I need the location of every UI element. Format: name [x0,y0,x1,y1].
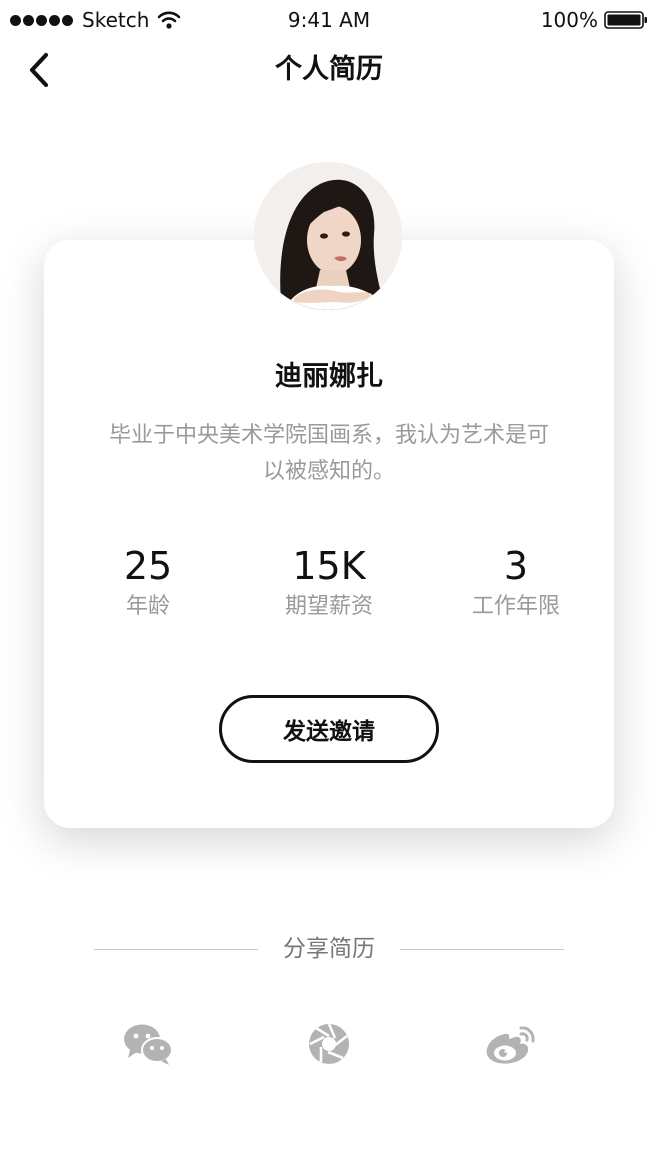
wechat-icon [124,1024,173,1065]
moments-icon [309,1023,349,1064]
nav-bar: 个人简历 [0,40,658,100]
status-bar: Sketch 9:41 AM 100% [0,0,658,40]
candidate-name: 迪丽娜扎 [275,361,383,392]
avatar [254,162,402,310]
share-weibo-button[interactable] [482,1020,538,1068]
candidate-bio: 毕业于中央美术学院国画系，我认为艺术是可以被感知的。 [108,423,549,484]
weibo-icon [486,1026,535,1064]
divider-line [400,949,564,950]
share-wechat-button[interactable] [120,1020,176,1068]
stat-label: 年龄 [125,594,170,619]
stat-value: 15K [292,544,366,588]
battery-icon [604,11,647,29]
share-divider: 分享简历 [94,930,564,970]
stat-value: 25 [123,544,173,588]
stat-work-years: 3 工作年限 [421,542,611,622]
page-title: 个人简历 [275,54,383,85]
stat-value: 3 [503,544,529,588]
stat-label: 工作年限 [471,594,560,619]
resume-card: 迪丽娜扎 毕业于中央美术学院国画系，我认为艺术是可以被感知的。 25 年龄 15… [44,240,614,828]
battery-percent: 100% [540,8,598,32]
stat-expected-salary: 15K 期望薪资 [234,542,424,622]
share-moments-button[interactable] [301,1020,357,1068]
status-right: 100% [541,7,648,33]
stat-age: 25 年龄 [53,542,243,622]
send-invite-button[interactable]: 发送邀请 [219,695,439,763]
stat-label: 期望薪资 [284,594,373,619]
avatar-portrait [254,162,402,310]
